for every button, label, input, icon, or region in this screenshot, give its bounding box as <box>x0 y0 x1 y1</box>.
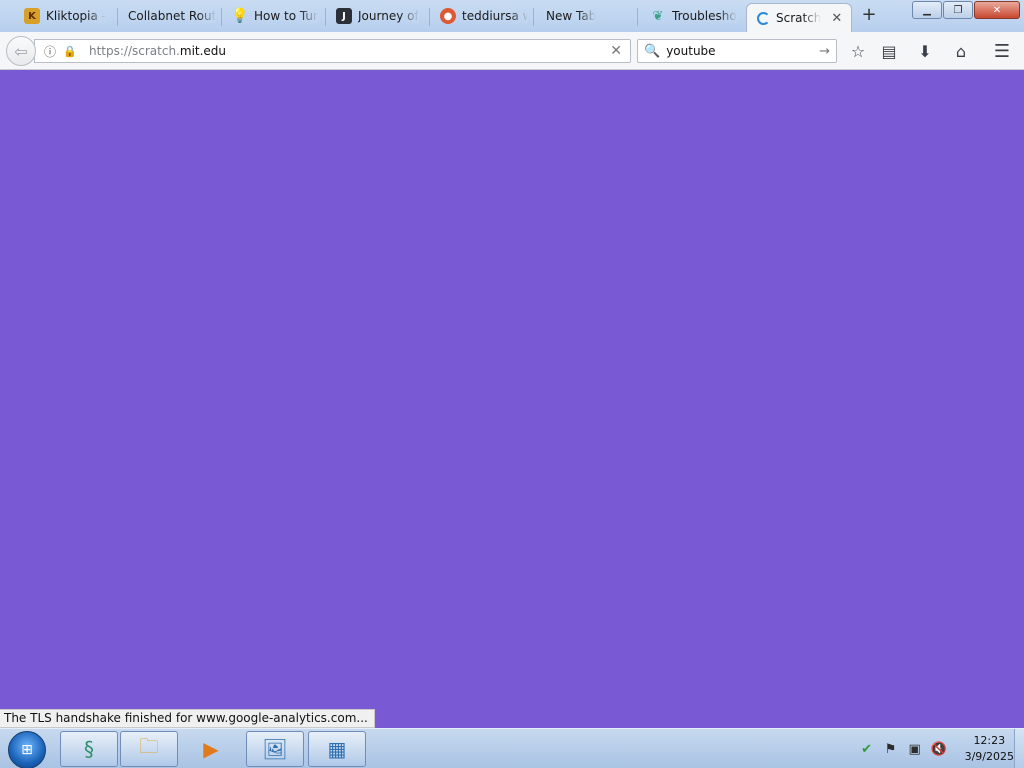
url-text[interactable]: https://scratch.mit.edu <box>89 44 226 58</box>
tab-scratch[interactable]: Scratch ✕ <box>746 3 852 32</box>
tab-new-tab[interactable]: New Tab <box>534 2 638 30</box>
info-icon[interactable]: ⓘ <box>41 43 59 60</box>
hamburger-menu-icon[interactable]: ☰ <box>991 40 1013 62</box>
tab-title: New Tab <box>546 9 597 23</box>
tab-title: Collabnet Route <box>128 9 216 23</box>
lock-icon[interactable]: 🔒 <box>63 45 79 58</box>
folder-icon: 🗀 <box>139 734 159 758</box>
photo-viewer-icon: 🖼 <box>262 737 288 761</box>
lightbulb-icon: 💡 <box>231 8 249 24</box>
navigation-toolbar: ⓘ 🔒 https://scratch.mit.edu ✕ ⇦ 🔍 youtub… <box>0 32 1024 70</box>
tab-separator <box>637 8 638 26</box>
tab-title: teddiursa w <box>462 9 528 23</box>
search-icon: 🔍 <box>644 43 661 59</box>
url-host: mit.edu <box>179 44 227 58</box>
snake-app-icon: § <box>84 737 94 761</box>
search-bar[interactable]: 🔍 youtube → <box>637 39 837 63</box>
url-bar[interactable]: ⓘ 🔒 https://scratch.mit.edu ✕ <box>34 39 631 63</box>
taskbar-photo-viewer[interactable]: 🖼 <box>246 731 304 767</box>
downloads-icon[interactable]: ⬇ <box>914 40 936 62</box>
close-tab-icon[interactable]: ✕ <box>831 11 842 26</box>
taskbar-control-panel[interactable]: ▦ <box>308 731 366 767</box>
close-window-button[interactable]: ✕ <box>974 1 1020 19</box>
tab-title: Scratch <box>776 11 822 25</box>
loading-spinner-icon <box>757 11 770 25</box>
home-icon[interactable]: ⌂ <box>950 40 972 62</box>
network-icon[interactable]: ▣ <box>905 740 925 758</box>
taskbar: ⊞ § 🗀 ▶ 🖼 ▦ ✔ ⚑ ▣ 🔇 12:23 3/9/2025 <box>0 728 1024 768</box>
show-desktop-button[interactable] <box>1014 729 1024 768</box>
kliktopia-favicon-icon: K <box>24 8 40 24</box>
back-button[interactable]: ⇦ <box>6 36 36 66</box>
bookmark-star-icon[interactable]: ☆ <box>847 40 869 62</box>
media-player-icon: ▶ <box>203 737 219 761</box>
system-tray: ✔ ⚑ ▣ 🔇 12:23 3/9/2025 <box>855 729 1014 768</box>
tab-title: How to Tur <box>254 9 318 23</box>
volume-muted-icon[interactable]: 🔇 <box>929 740 949 758</box>
start-button[interactable]: ⊞ <box>8 731 46 768</box>
control-panel-icon: ▦ <box>327 737 347 761</box>
window-controls: ▁ ❐ ✕ <box>912 1 1020 19</box>
tab-journey[interactable]: J Journey of <box>326 2 430 30</box>
new-tab-button[interactable]: + <box>858 4 880 26</box>
leaf-icon: ❦ <box>652 8 664 24</box>
search-input[interactable]: youtube <box>666 44 715 58</box>
tab-collabnet[interactable]: Collabnet Route <box>118 2 222 30</box>
security-shield-icon[interactable]: ✔ <box>857 740 877 758</box>
clock-time: 12:23 <box>973 734 1006 747</box>
bookmarks-menu-icon[interactable]: ▤ <box>878 40 900 62</box>
url-scheme: https://scratch. <box>89 44 180 58</box>
stop-loading-icon[interactable]: ✕ <box>610 43 622 59</box>
j-favicon-icon: J <box>336 8 352 24</box>
tab-strip: K Kliktopia - Collabnet Route 💡 How to T… <box>0 0 1024 32</box>
tab-title: Kliktopia - <box>46 9 106 23</box>
tab-troubleshoot[interactable]: ❦ Troublesho <box>640 2 744 30</box>
action-center-flag-icon[interactable]: ⚑ <box>881 740 901 758</box>
minimize-button[interactable]: ▁ <box>912 1 942 19</box>
back-arrow-icon: ⇦ <box>14 41 28 61</box>
maximize-button[interactable]: ❐ <box>943 1 973 19</box>
tab-title: Troublesho <box>672 9 737 23</box>
clock-date: 3/9/2025 <box>964 750 1014 763</box>
page-content <box>0 71 1024 728</box>
tab-teddiursa[interactable]: ● teddiursa w <box>430 2 534 30</box>
tab-how-to[interactable]: 💡 How to Tur <box>222 2 326 30</box>
search-go-icon[interactable]: → <box>819 44 830 59</box>
taskbar-file-explorer[interactable]: 🗀 <box>120 731 178 767</box>
status-panel: The TLS handshake finished for www.googl… <box>0 709 375 728</box>
taskbar-snake-app[interactable]: § <box>60 731 118 767</box>
windows-logo-icon: ⊞ <box>21 742 33 758</box>
taskbar-media-player[interactable]: ▶ <box>182 731 240 767</box>
duckduckgo-icon: ● <box>440 8 456 24</box>
system-clock[interactable]: 12:23 3/9/2025 <box>965 733 1014 765</box>
tab-title: Journey of <box>358 9 419 23</box>
tab-kliktopia[interactable]: K Kliktopia - <box>14 2 118 30</box>
